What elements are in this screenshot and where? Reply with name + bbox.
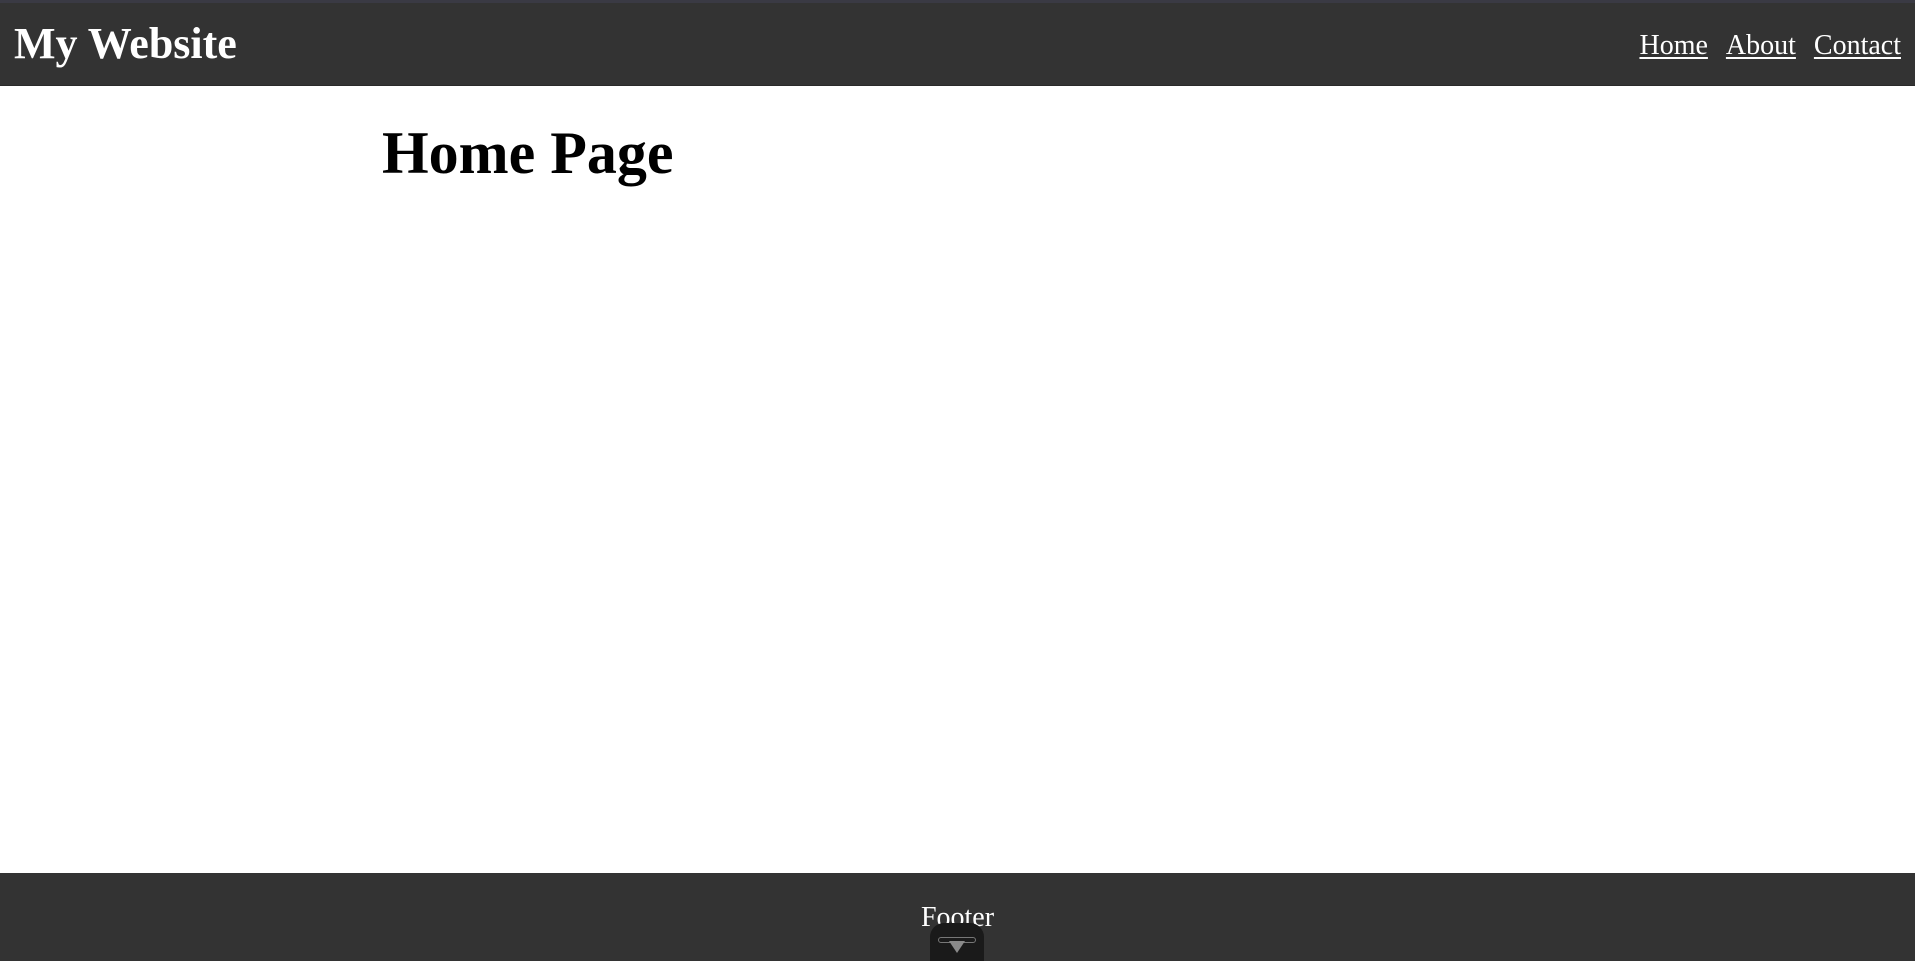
nav-link-contact[interactable]: Contact [1814,28,1901,64]
main-nav: Home About Contact [1639,28,1901,64]
site-title: My Website [14,19,237,68]
page-heading: Home Page [382,120,674,186]
site-header: My Website Home About Contact [0,0,1915,86]
chevron-down-icon [949,941,965,953]
nav-link-home[interactable]: Home [1639,28,1707,64]
main-content: Home Page [0,86,1915,873]
scroll-handle[interactable] [930,923,984,961]
site-footer: Footer [0,873,1915,961]
nav-link-about[interactable]: About [1726,28,1796,64]
